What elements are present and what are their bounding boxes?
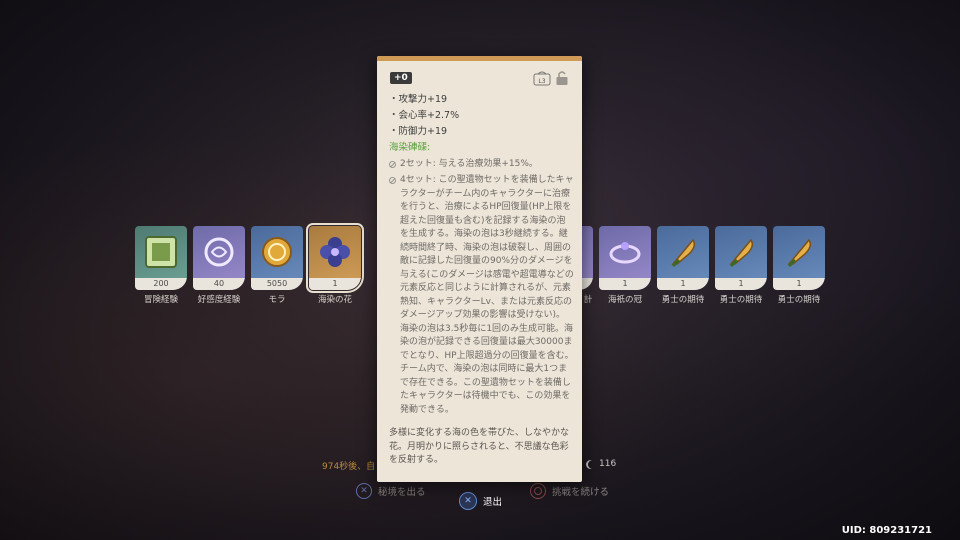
item-count: 1 — [773, 278, 825, 290]
auto-exit-timer: 974秒後、自 — [322, 462, 376, 472]
reward-item[interactable]: 1 — [773, 226, 825, 290]
reward-item[interactable]: 40 — [193, 226, 245, 290]
inactive-bonus-icon — [389, 160, 396, 168]
reward-item-selected[interactable]: 1 — [306, 223, 364, 293]
adventure-exp-book-icon — [135, 226, 187, 278]
quill-artifact-icon — [773, 226, 825, 278]
item-count: 1 — [657, 278, 709, 290]
effect-text: 4セット: この聖遺物セットを装備したキャラクターがチーム内のキャラクターに治療… — [400, 175, 574, 415]
item-count: 1 — [309, 278, 361, 290]
substat-line: ・攻撃力+19 — [389, 94, 448, 105]
continue-challenge-button[interactable]: 挑戦を続ける — [530, 483, 609, 499]
reward-item[interactable]: 200 — [135, 226, 187, 290]
leave-domain-button[interactable]: ✕ 秘境を出る — [356, 483, 426, 499]
item-label: 勇士の期待 — [777, 295, 821, 305]
lock-key-icon[interactable]: L3 — [533, 70, 551, 86]
artifact-description: 多様に変化する海の色を帯びた、しなやかな花。月明かりに照らされると、不思議な色彩… — [389, 428, 570, 465]
inactive-bonus-icon — [389, 177, 396, 184]
companionship-exp-icon — [193, 226, 245, 278]
exit-button[interactable]: ✕ 退出 — [459, 492, 502, 510]
reward-item[interactable]: 1 — [599, 226, 651, 290]
artifact-level: +0 — [390, 72, 412, 84]
rarity-bar — [377, 56, 582, 61]
effect-text: 2セット: 与える治療効果+15%。 — [400, 158, 538, 169]
quill-artifact-icon — [657, 226, 709, 278]
item-label: 海染の花 — [317, 295, 352, 305]
item-count: 1 — [599, 278, 651, 290]
svg-text:L3: L3 — [538, 78, 545, 85]
cross-button-icon: ✕ — [459, 492, 477, 510]
reward-item[interactable]: 5050 — [251, 226, 303, 290]
substat-line: ・会心率+2.7% — [389, 110, 460, 121]
player-uid: UID: 809231721 — [841, 525, 932, 536]
artifact-tooltip: +0 L3 ・攻撃力+19 ・会心率+2.7% ・防御力+19 海染硨磲: 2セ… — [377, 56, 582, 482]
reward-item[interactable]: 1 — [715, 226, 767, 290]
reward-item[interactable]: 1 — [657, 226, 709, 290]
set-name: 海染硨磲: — [389, 142, 431, 153]
tooltip-body: ・攻撃力+19 ・会心率+2.7% ・防御力+19 海染硨磲: 2セット: 与え… — [389, 92, 574, 468]
resin-value: 116 — [599, 459, 617, 469]
item-count: 1 — [715, 278, 767, 290]
lock-icon[interactable] — [555, 70, 569, 86]
set-effect-2pc: 2セット: 与える治療効果+15%。 — [389, 158, 574, 172]
continue-label: 挑戦を続ける — [552, 487, 610, 498]
quill-artifact-icon — [715, 226, 767, 278]
resin-moon-icon — [588, 460, 597, 469]
resin-counter: 116 — [586, 459, 616, 469]
item-count: 40 — [193, 278, 245, 290]
circle-button-icon — [530, 483, 546, 499]
leave-label: 秘境を出る — [378, 487, 426, 498]
cross-button-icon: ✕ — [356, 483, 372, 499]
circlet-artifact-icon — [599, 226, 651, 278]
mora-coin-icon — [251, 226, 303, 278]
set-effect-4pc: 4セット: この聖遺物セットを装備したキャラクターがチーム内のキャラクターに治療… — [389, 174, 574, 417]
exit-label: 退出 — [483, 497, 503, 508]
item-count: 5050 — [251, 278, 303, 290]
substat-line: ・防御力+19 — [389, 126, 448, 137]
item-count: 200 — [135, 278, 187, 290]
flower-artifact-icon — [309, 226, 361, 278]
